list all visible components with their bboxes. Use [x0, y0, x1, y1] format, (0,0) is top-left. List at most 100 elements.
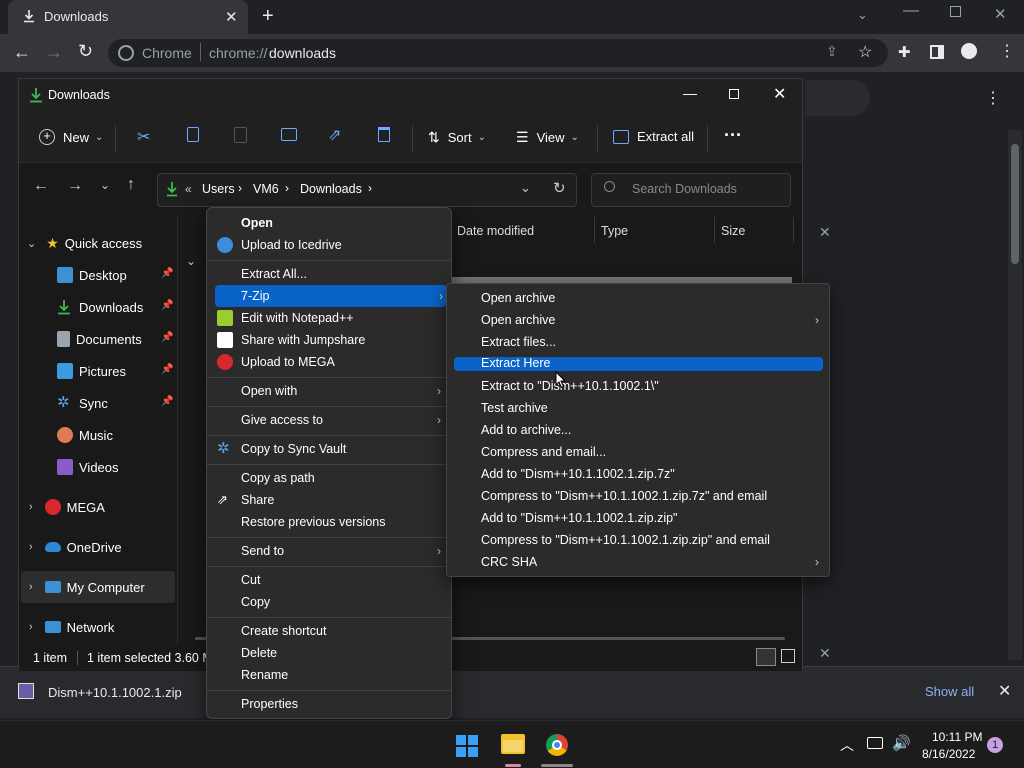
download-filename[interactable]: Dism++10.1.1002.1.zip	[48, 685, 182, 700]
share-icon[interactable]: ⇪	[826, 43, 838, 60]
nav-pictures[interactable]: Pictures	[57, 355, 126, 387]
sevenzip-add-to-zip[interactable]: Add to "Dism++10.1.1002.1.zip.zip"	[447, 507, 829, 529]
column-divider[interactable]	[793, 217, 794, 243]
forward-button[interactable]: →	[45, 42, 63, 63]
remove-download-icon-2[interactable]: ✕	[819, 645, 831, 662]
menu-upload-icedrive[interactable]: Upload to Icedrive	[207, 234, 451, 256]
large-icons-view-icon[interactable]	[781, 649, 795, 663]
menu-give-access[interactable]: Give access to ›	[207, 409, 451, 431]
chevron-right-icon[interactable]: ›	[368, 181, 372, 195]
tray-overflow-icon[interactable]: ︿	[840, 735, 854, 755]
nav-quick-access[interactable]: ⌄ ★ Quick access	[27, 227, 142, 259]
profile-avatar[interactable]	[961, 43, 977, 59]
close-shelf-icon[interactable]: ✕	[998, 681, 1011, 701]
menu-edit-notepadpp[interactable]: Edit with Notepad++	[207, 307, 451, 329]
nav-documents[interactable]: Documents	[57, 323, 142, 355]
menu-rename[interactable]: Rename	[207, 664, 451, 686]
group-collapse-icon[interactable]: ⌄	[186, 254, 196, 268]
sevenzip-add-to-archive[interactable]: Add to archive...	[447, 419, 829, 441]
close-window-button[interactable]: ✕	[994, 5, 1007, 23]
breadcrumb-downloads[interactable]: Downloads	[300, 182, 362, 196]
chevron-right-icon[interactable]: ›	[29, 541, 33, 553]
pin-icon[interactable]: 📌	[161, 268, 173, 279]
chevron-right-icon[interactable]: ›	[29, 581, 33, 593]
nav-desktop[interactable]: Desktop	[57, 259, 127, 291]
remove-download-icon[interactable]: ✕	[819, 224, 831, 241]
view-button[interactable]: ☰ View ⌄	[516, 129, 579, 146]
sevenzip-extract-here[interactable]: Extract Here	[454, 356, 823, 371]
nav-mega[interactable]: › MEGA	[29, 491, 105, 523]
share-icon[interactable]: ⇗	[328, 125, 341, 145]
scrollbar-thumb[interactable]	[1011, 144, 1019, 264]
back-button[interactable]: ←	[13, 42, 31, 63]
menu-copy-as-path[interactable]: Copy as path	[207, 467, 451, 489]
chevron-down-icon[interactable]: ⌄	[27, 237, 36, 250]
menu-copy[interactable]: Copy	[207, 591, 451, 613]
refresh-icon[interactable]: ↻	[553, 179, 566, 197]
notification-badge[interactable]: 1	[987, 737, 1003, 753]
sevenzip-compress-email[interactable]: Compress and email...	[447, 441, 829, 463]
address-history-icon[interactable]: ⌄	[520, 180, 531, 196]
extract-all-button[interactable]: Extract all	[613, 129, 694, 144]
side-panel-icon[interactable]	[930, 45, 944, 59]
close-icon[interactable]: ✕	[225, 8, 238, 26]
downloads-more-icon[interactable]: ⋮	[985, 88, 1001, 108]
recent-locations-icon[interactable]: ⌄	[100, 178, 110, 192]
new-tab-button[interactable]: +	[262, 5, 274, 28]
sevenzip-add-to-7z[interactable]: Add to "Dism++10.1.1002.1.zip.7z"	[447, 463, 829, 485]
downloads-search-bar[interactable]	[805, 80, 870, 116]
menu-share-jumpshare[interactable]: Share with Jumpshare	[207, 329, 451, 351]
chevron-right-icon[interactable]: ›	[285, 181, 289, 195]
pin-icon[interactable]: 📌	[161, 396, 173, 407]
chevron-right-icon[interactable]: ›	[29, 501, 33, 513]
menu-open-with[interactable]: Open with ›	[207, 380, 451, 402]
breadcrumb-vm6[interactable]: VM6	[253, 182, 279, 196]
breadcrumb-users[interactable]: Users	[202, 182, 235, 196]
sevenzip-crc-sha[interactable]: CRC SHA ›	[447, 551, 829, 573]
column-divider[interactable]	[594, 217, 595, 243]
back-button[interactable]: ←	[33, 177, 49, 195]
explorer-close-button[interactable]: ✕	[773, 84, 786, 104]
up-button[interactable]: ↑	[127, 176, 135, 194]
menu-send-to[interactable]: Send to ›	[207, 540, 451, 562]
sevenzip-compress-7z-email[interactable]: Compress to "Dism++10.1.1002.1.zip.7z" a…	[447, 485, 829, 507]
menu-cut[interactable]: Cut	[207, 569, 451, 591]
cut-icon[interactable]: ✂	[137, 127, 150, 147]
explorer-minimize-button[interactable]: —	[683, 85, 697, 101]
sevenzip-open-archive-submenu[interactable]: Open archive ›	[447, 309, 829, 331]
menu-copy-sync-vault[interactable]: ✲ Copy to Sync Vault	[207, 438, 451, 460]
rename-icon[interactable]	[281, 128, 297, 141]
chevron-right-icon[interactable]: ›	[238, 181, 242, 195]
sevenzip-extract-files[interactable]: Extract files...	[447, 331, 829, 353]
volume-icon[interactable]: 🔊	[892, 734, 911, 752]
reload-button[interactable]: ↻	[78, 41, 93, 62]
nav-sync[interactable]: ✲ Sync	[57, 387, 108, 419]
bookmark-star-icon[interactable]: ☆	[858, 42, 872, 62]
sevenzip-test-archive[interactable]: Test archive	[447, 397, 829, 419]
nav-downloads[interactable]: Downloads	[57, 291, 143, 323]
column-size[interactable]: Size	[721, 224, 745, 238]
menu-properties[interactable]: Properties	[207, 693, 451, 715]
forward-button[interactable]: →	[67, 177, 83, 195]
nav-my-computer[interactable]: › My Computer	[21, 571, 175, 603]
page-scrollbar[interactable]	[1008, 130, 1022, 660]
minimize-button[interactable]: —	[903, 2, 919, 20]
nav-music[interactable]: Music	[57, 419, 113, 451]
chevron-right-icon[interactable]: ›	[29, 621, 33, 633]
clock-time[interactable]: 10:11 PM	[932, 730, 982, 744]
menu-share[interactable]: ⇗ Share	[207, 489, 451, 511]
column-type[interactable]: Type	[601, 224, 628, 238]
chrome-tab-downloads[interactable]: Downloads ✕	[8, 0, 248, 34]
restore-button[interactable]	[950, 6, 961, 17]
nav-videos[interactable]: Videos	[57, 451, 119, 483]
sort-button[interactable]: ⇅ Sort ⌄	[428, 129, 486, 146]
details-view-icon[interactable]	[756, 648, 776, 666]
omnibox[interactable]: Chrome chrome:// downloads ⇪ ☆	[108, 39, 888, 67]
more-options-icon[interactable]: ···	[724, 125, 742, 146]
pin-icon[interactable]: 📌	[161, 364, 173, 375]
delete-icon[interactable]	[378, 127, 390, 142]
sevenzip-extract-to[interactable]: Extract to "Dism++10.1.1002.1\"	[447, 375, 829, 397]
extensions-icon[interactable]: ✚	[898, 43, 911, 61]
explorer-maximize-button[interactable]	[729, 89, 739, 99]
chrome-menu-icon[interactable]: ⋮	[999, 41, 1015, 61]
